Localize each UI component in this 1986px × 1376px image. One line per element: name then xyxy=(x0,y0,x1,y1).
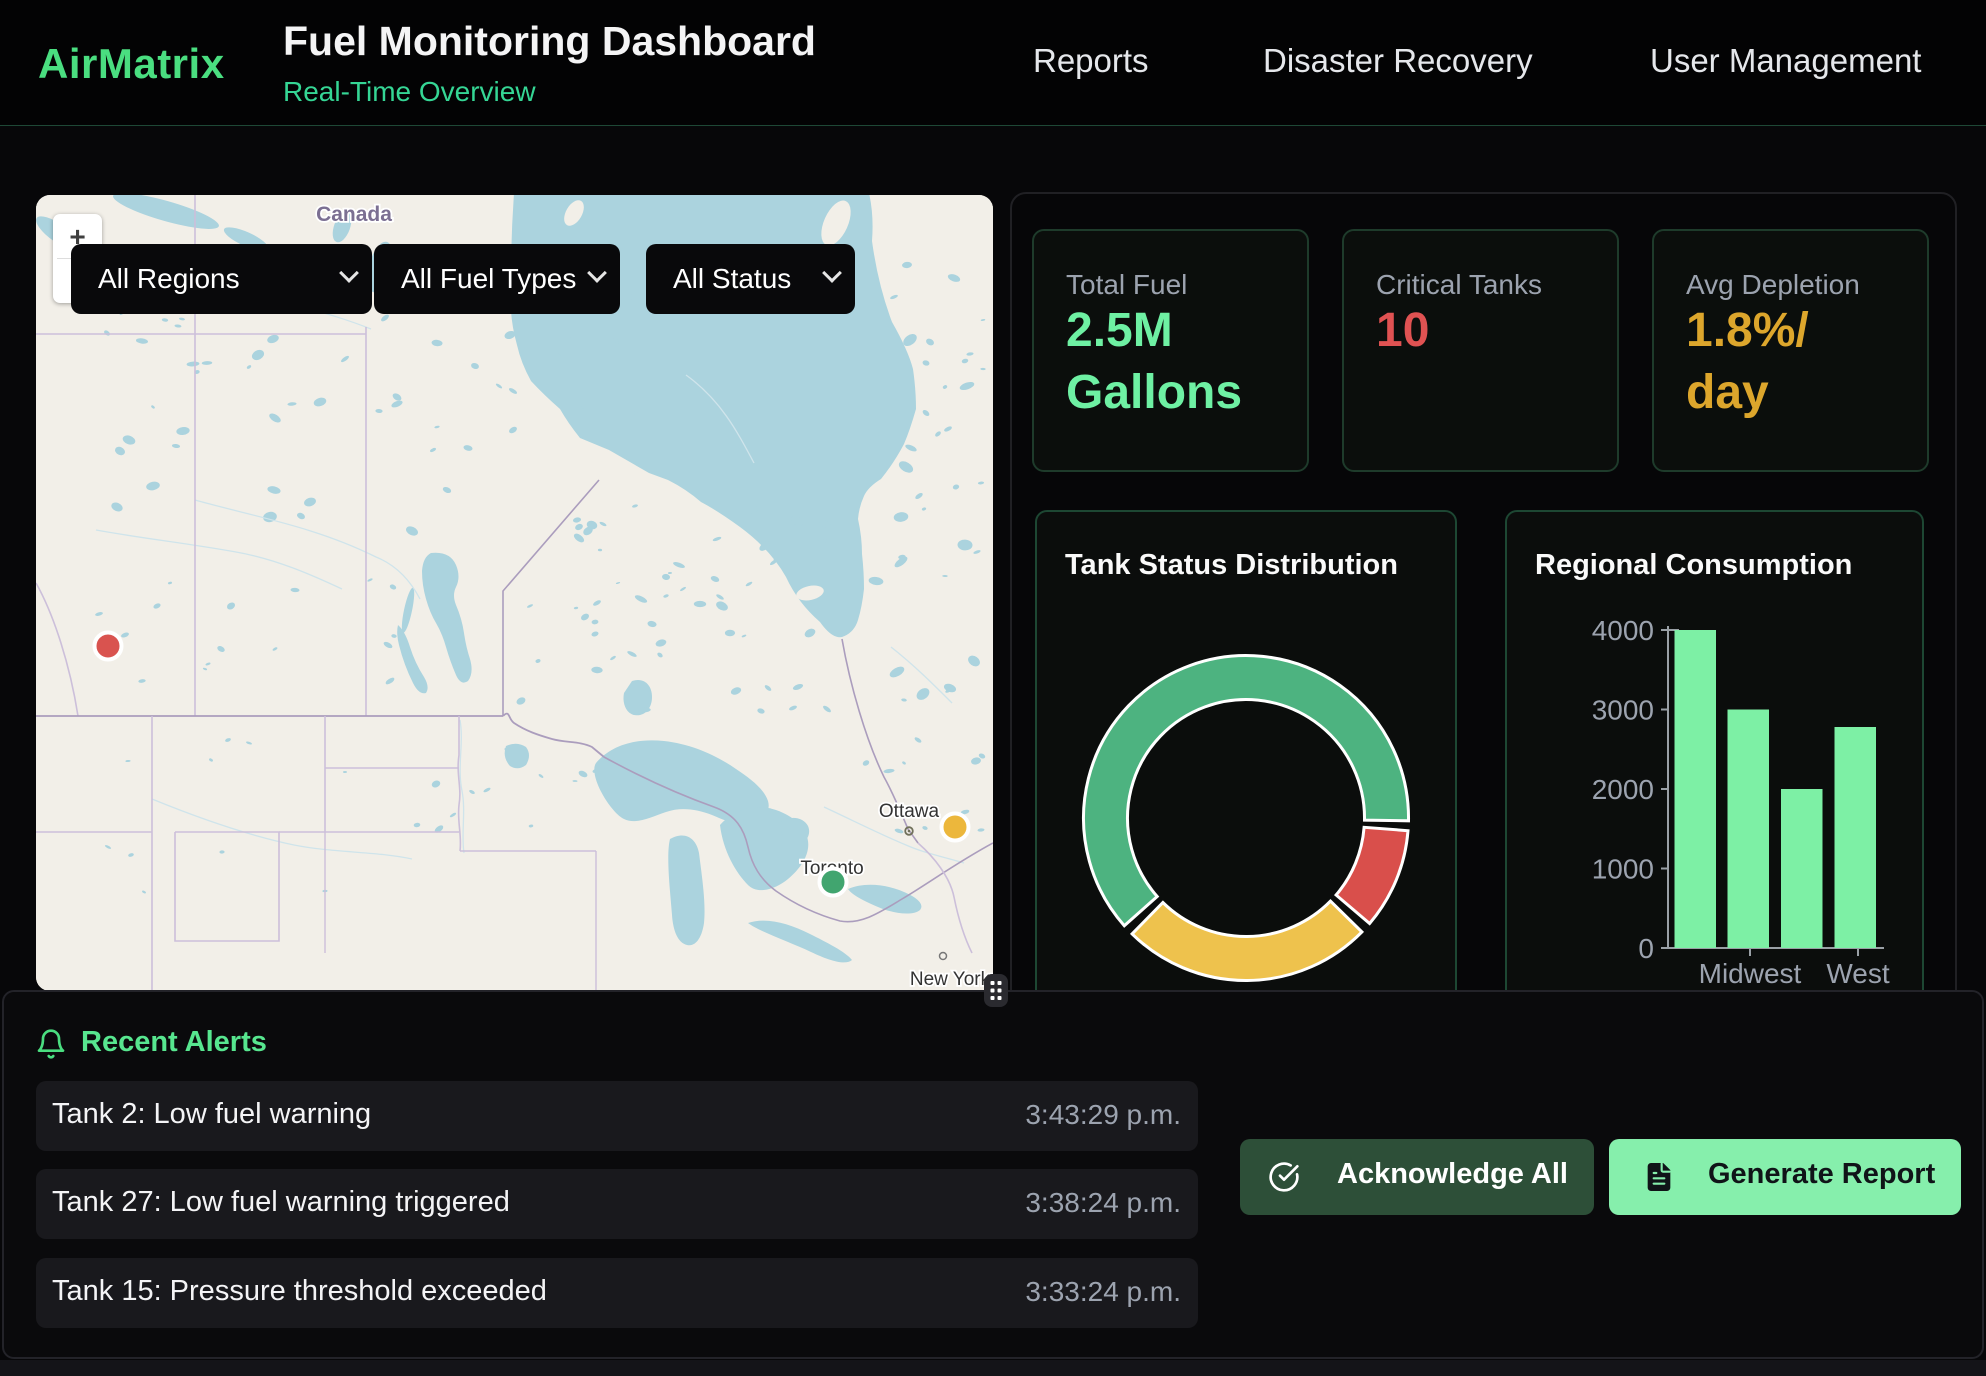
svg-text:Midwest: Midwest xyxy=(1699,958,1802,989)
svg-text:4000: 4000 xyxy=(1592,615,1654,646)
svg-text:3000: 3000 xyxy=(1592,695,1654,726)
svg-text:West: West xyxy=(1826,958,1889,989)
svg-text:Canada: Canada xyxy=(316,203,392,226)
svg-text:0: 0 xyxy=(1638,933,1654,964)
svg-text:Ottawa: Ottawa xyxy=(879,801,940,822)
svg-text:1000: 1000 xyxy=(1592,854,1654,885)
svg-text:2000: 2000 xyxy=(1592,774,1654,805)
svg-text:New York: New York xyxy=(910,969,991,990)
